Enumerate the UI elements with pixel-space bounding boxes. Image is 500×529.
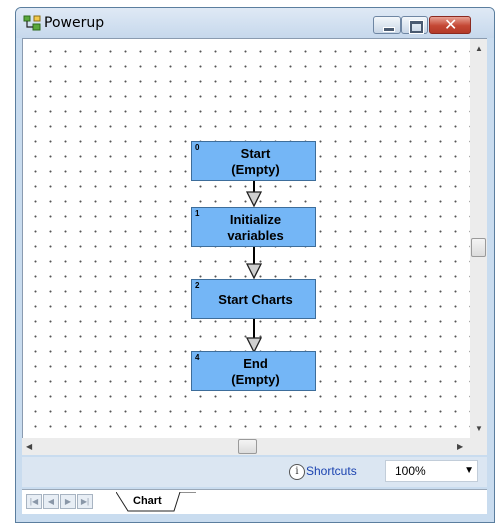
flowchart-canvas[interactable]: 0 Start (Empty) 1 Initialize variables 2…: [22, 38, 470, 438]
vertical-scroll-thumb[interactable]: [471, 238, 486, 257]
connector-arrow-icon: [246, 263, 262, 279]
horizontal-scroll-thumb[interactable]: [238, 439, 257, 454]
node-number: 0: [195, 143, 200, 152]
minimize-icon: [383, 27, 395, 32]
chart-app-icon: [23, 15, 41, 31]
node-number: 1: [195, 209, 200, 218]
close-icon: ✕: [444, 15, 458, 34]
tab-chart[interactable]: Chart: [116, 492, 196, 512]
last-tab-icon[interactable]: ▶|: [77, 494, 93, 509]
tab-chart-label: Chart: [133, 495, 162, 507]
scroll-up-icon[interactable]: ▲: [475, 44, 483, 54]
zoom-select[interactable]: 100% ▼: [385, 460, 478, 482]
info-icon[interactable]: i: [289, 464, 305, 480]
next-tab-icon[interactable]: ▶: [60, 494, 76, 509]
node-label: Start (Empty): [231, 146, 280, 177]
flowchart-node-initialize[interactable]: 1 Initialize variables: [191, 207, 316, 247]
connector-arrow-icon: [246, 191, 262, 207]
powerup-window: Powerup ✕ 0 Start (Empty) 1 Initialize v…: [15, 7, 495, 523]
maximize-icon: [410, 21, 423, 33]
flowchart-node-end[interactable]: 4 End (Empty): [191, 351, 316, 391]
flowchart-node-start[interactable]: 0 Start (Empty): [191, 141, 316, 181]
maximize-button[interactable]: [401, 16, 428, 34]
horizontal-scrollbar[interactable]: ◀ ▶: [22, 438, 470, 455]
tab-bar: |◀ ◀ ▶ ▶| Chart: [22, 489, 487, 514]
minimize-button[interactable]: [373, 16, 401, 34]
title-bar[interactable]: Powerup ✕: [16, 8, 494, 38]
node-label: Initialize variables: [227, 212, 284, 243]
scrollbar-corner: [470, 438, 487, 455]
close-button[interactable]: ✕: [429, 16, 471, 34]
vertical-scrollbar[interactable]: ▲ ▼: [470, 38, 487, 438]
connector-line: [253, 319, 255, 339]
window-title: Powerup: [44, 15, 105, 31]
flowchart-node-start-charts[interactable]: 2 Start Charts: [191, 279, 316, 319]
chevron-down-icon[interactable]: ▼: [464, 465, 474, 476]
scroll-right-icon[interactable]: ▶: [457, 442, 463, 452]
scroll-left-icon[interactable]: ◀: [26, 442, 32, 452]
first-tab-icon[interactable]: |◀: [26, 494, 42, 509]
node-number: 4: [195, 353, 200, 362]
status-bar: i Shortcuts 100% ▼: [22, 457, 487, 487]
previous-tab-icon[interactable]: ◀: [43, 494, 59, 509]
shortcuts-link[interactable]: Shortcuts: [306, 464, 357, 478]
scroll-down-icon[interactable]: ▼: [475, 424, 483, 434]
zoom-value: 100%: [395, 464, 426, 478]
node-label: Start Charts: [218, 292, 293, 307]
node-label: End (Empty): [231, 356, 280, 387]
node-number: 2: [195, 281, 200, 290]
